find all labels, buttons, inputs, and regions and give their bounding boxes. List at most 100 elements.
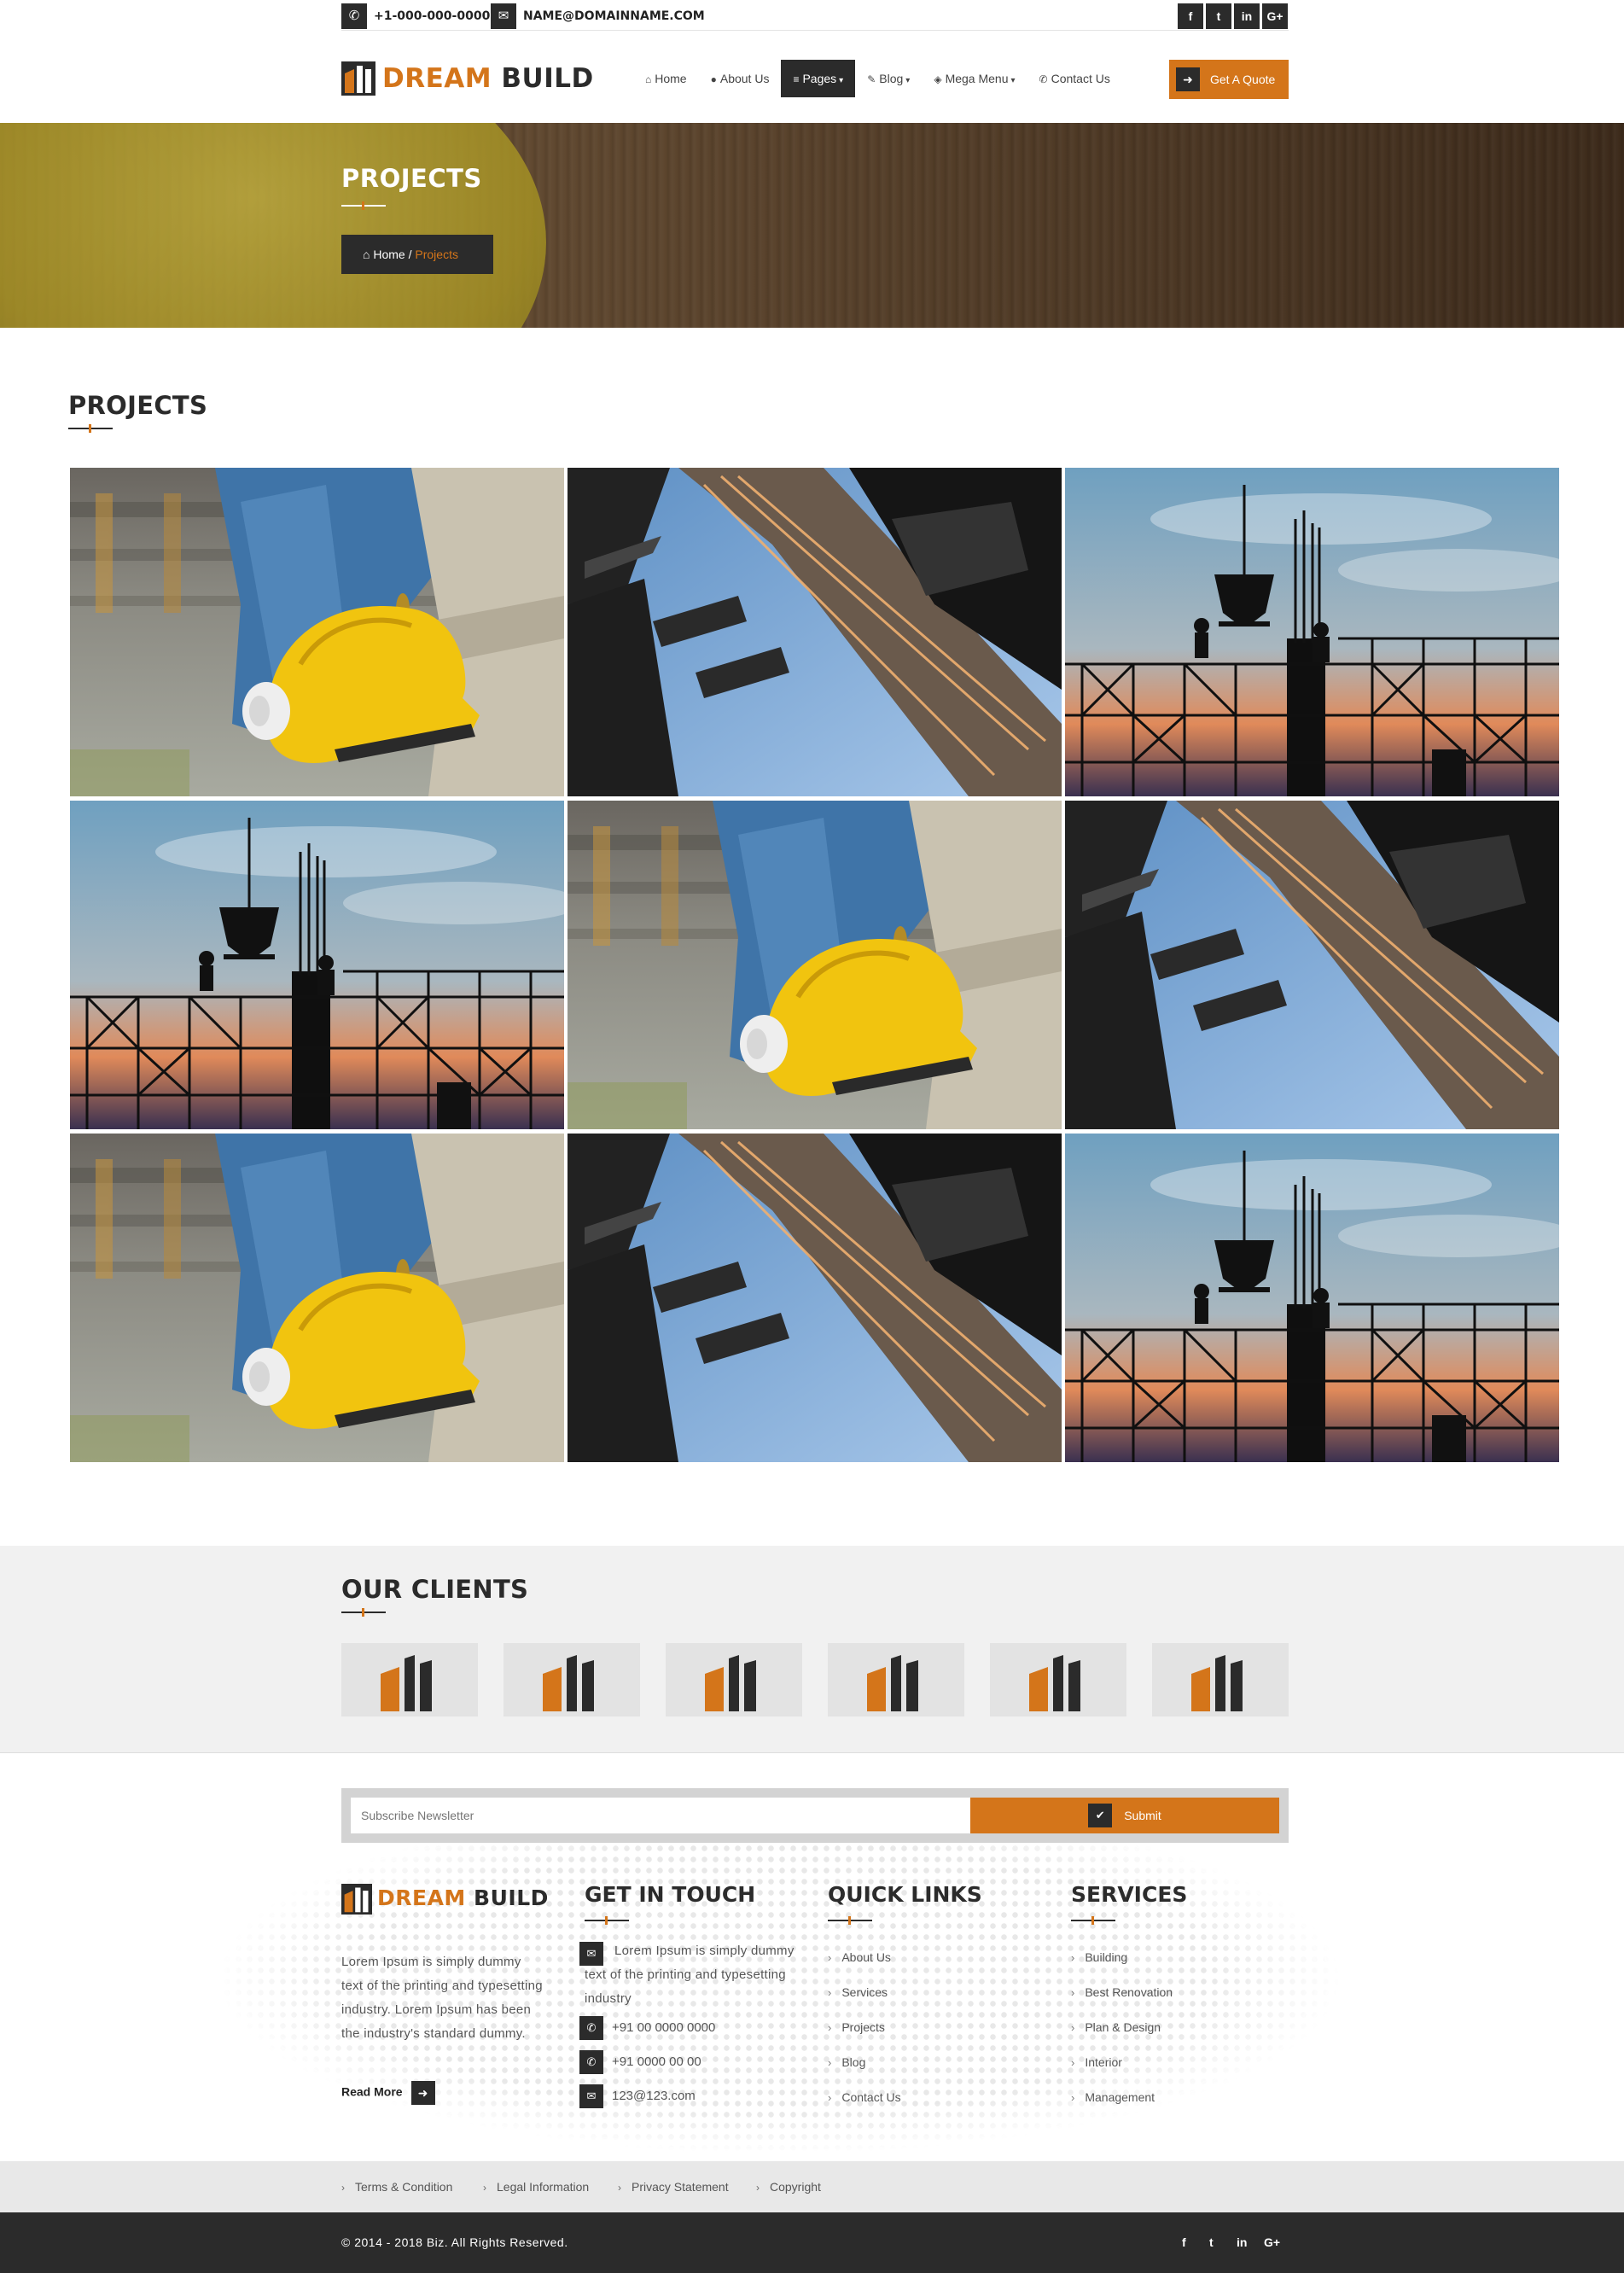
- logo-text: DREAM BUILD: [382, 63, 594, 94]
- project-thumbnail[interactable]: [1065, 801, 1559, 1129]
- footer-address: Lorem Ipsum is simply dummy text of the …: [585, 1944, 795, 2006]
- service-link-best-renovation[interactable]: › Best Renovation: [1071, 1985, 1173, 1999]
- linkedin-icon[interactable]: in: [1237, 2212, 1247, 2273]
- legal-links-bar: › Terms & Condition › Legal Information › P…: [0, 2161, 1624, 2212]
- chevron-right-icon: ›: [341, 2182, 345, 2194]
- envelope-icon: ✉: [579, 2084, 603, 2108]
- twitter-icon[interactable]: t: [1206, 3, 1231, 29]
- nav-blog[interactable]: ✎ Blog ▾: [855, 60, 922, 97]
- clients-section: OUR CLIENTS: [0, 1546, 1624, 1753]
- google-plus-icon[interactable]: G+: [1262, 3, 1288, 29]
- title-underline: [1071, 1916, 1115, 1925]
- nav-contact-us[interactable]: ✆ Contact Us: [1027, 60, 1122, 97]
- linkedin-icon[interactable]: in: [1234, 3, 1260, 29]
- chevron-right-icon: ›: [828, 1986, 832, 1999]
- topbar-email[interactable]: NAME@DOMAINNAME.COM: [523, 3, 705, 29]
- title-underline: [828, 1916, 872, 1925]
- read-more-link[interactable]: Read More ➜: [341, 2081, 435, 2105]
- pencil-icon: ✎: [867, 73, 876, 85]
- footer-services: SERVICES › Building › Best Renovation › Pla…: [1071, 1882, 1289, 2104]
- page-banner: PROJECTS ⌂ Home / Projects: [0, 123, 1624, 328]
- facebook-icon[interactable]: f: [1182, 2212, 1186, 2273]
- chevron-right-icon: ›: [1071, 2091, 1075, 2104]
- service-link-interior[interactable]: › Interior: [1071, 2055, 1122, 2069]
- google-plus-icon[interactable]: G+: [1264, 2212, 1280, 2273]
- breadcrumb-home-link[interactable]: Home: [373, 248, 405, 261]
- client-logo-icon: [1191, 1655, 1243, 1711]
- project-thumbnail[interactable]: [568, 468, 1062, 796]
- facebook-icon[interactable]: f: [1178, 3, 1203, 29]
- quick-link-blog[interactable]: › Blog: [828, 2055, 865, 2069]
- project-thumbnail[interactable]: [70, 1134, 564, 1462]
- arrow-right-icon: ➜: [1176, 67, 1200, 91]
- legal-information-link[interactable]: › Legal Information: [483, 2161, 589, 2212]
- client-logo[interactable]: [990, 1643, 1126, 1716]
- nav-pages[interactable]: ≡ Pages ▾: [781, 60, 856, 97]
- chevron-right-icon: ›: [618, 2182, 621, 2194]
- client-logo-icon: [543, 1655, 594, 1711]
- chevron-right-icon: ›: [828, 2056, 832, 2069]
- footer-about-text: Lorem Ipsum is simply dummy text of the …: [341, 1955, 543, 2041]
- service-link-plan-design[interactable]: › Plan & Design: [1071, 2020, 1161, 2034]
- newsletter-form: ✔ Submit: [341, 1788, 1289, 1843]
- footer-phone-1: ✆ +91 00 0000 0000: [579, 2016, 715, 2040]
- nav-mega-menu[interactable]: ◈ Mega Menu ▾: [922, 60, 1027, 97]
- envelope-icon: ✉: [491, 3, 516, 29]
- topbar-phone[interactable]: +1-000-000-0000: [374, 3, 490, 29]
- client-logo[interactable]: [341, 1643, 478, 1716]
- project-thumbnail[interactable]: [568, 801, 1062, 1129]
- title-underline: [341, 1608, 386, 1617]
- service-link-management[interactable]: › Management: [1071, 2090, 1155, 2104]
- phone-icon: ✆: [579, 2016, 603, 2040]
- logo-mark-icon: [341, 1884, 372, 1915]
- arrow-right-icon: ➜: [410, 2081, 435, 2105]
- site-footer: ✔ Submit DREAM BUILD Lorem Ipsum is simp…: [0, 1754, 1624, 2161]
- newsletter-email-input[interactable]: [351, 1798, 970, 1833]
- clients-section-title: OUR CLIENTS: [341, 1575, 529, 1604]
- projects-gallery: [70, 468, 1560, 1462]
- get-a-quote-button[interactable]: ➜ Get A Quote: [1169, 60, 1289, 99]
- chevron-down-icon: ▾: [905, 76, 911, 85]
- twitter-icon[interactable]: t: [1209, 2212, 1214, 2273]
- chevron-right-icon: ›: [828, 2091, 832, 2104]
- services-title: SERVICES: [1071, 1882, 1188, 1907]
- client-logo-icon: [381, 1655, 432, 1711]
- legal-terms-link[interactable]: › Terms & Condition: [341, 2161, 452, 2212]
- client-logo[interactable]: [1152, 1643, 1289, 1716]
- service-link-building[interactable]: › Building: [1071, 1950, 1127, 1964]
- chevron-right-icon: ›: [828, 1951, 832, 1964]
- client-logo[interactable]: [503, 1643, 640, 1716]
- quick-link-about-us[interactable]: › About Us: [828, 1950, 891, 1964]
- project-thumbnail[interactable]: [568, 1134, 1062, 1462]
- bottom-bar: © 2014 - 2018 Biz. All Rights Reserved. …: [0, 2212, 1624, 2273]
- privacy-statement-link[interactable]: › Privacy Statement: [618, 2161, 729, 2212]
- nav-about-us[interactable]: ● About Us: [699, 60, 782, 97]
- logo-mark-icon: [341, 61, 375, 96]
- quick-link-services[interactable]: › Services: [828, 1985, 888, 1999]
- project-thumbnail[interactable]: [1065, 468, 1559, 796]
- copyright-link[interactable]: › Copyright: [756, 2161, 821, 2212]
- chevron-right-icon: ›: [828, 2021, 832, 2034]
- client-logo-icon: [705, 1655, 756, 1711]
- quick-link-contact-us[interactable]: › Contact Us: [828, 2090, 901, 2104]
- phone-icon: ✆: [1039, 73, 1048, 85]
- home-icon: ⌂: [363, 248, 374, 261]
- chevron-right-icon: ›: [1071, 2056, 1075, 2069]
- client-logo-icon: [867, 1655, 918, 1711]
- quick-link-projects[interactable]: › Projects: [828, 2020, 885, 2034]
- project-thumbnail[interactable]: [70, 468, 564, 796]
- home-icon: ⌂: [645, 73, 652, 85]
- client-logo[interactable]: [828, 1643, 964, 1716]
- footer-phone-2: ✆ +91 0000 00 00: [579, 2050, 701, 2074]
- client-logo[interactable]: [666, 1643, 802, 1716]
- title-underline: [341, 201, 386, 210]
- footer-logo[interactable]: DREAM BUILD: [341, 1882, 548, 1916]
- phone-icon: ✆: [341, 3, 367, 29]
- project-thumbnail[interactable]: [70, 801, 564, 1129]
- newsletter-submit-button[interactable]: ✔ Submit: [970, 1798, 1279, 1833]
- footer-email: ✉ 123@123.com: [579, 2084, 696, 2108]
- project-thumbnail[interactable]: [1065, 1134, 1559, 1462]
- chevron-down-icon: ▾: [839, 76, 844, 85]
- top-bar: ✆ +1-000-000-0000 ✉ NAME@DOMAINNAME.COM …: [0, 0, 1624, 34]
- nav-home[interactable]: ⌂ Home: [633, 60, 699, 97]
